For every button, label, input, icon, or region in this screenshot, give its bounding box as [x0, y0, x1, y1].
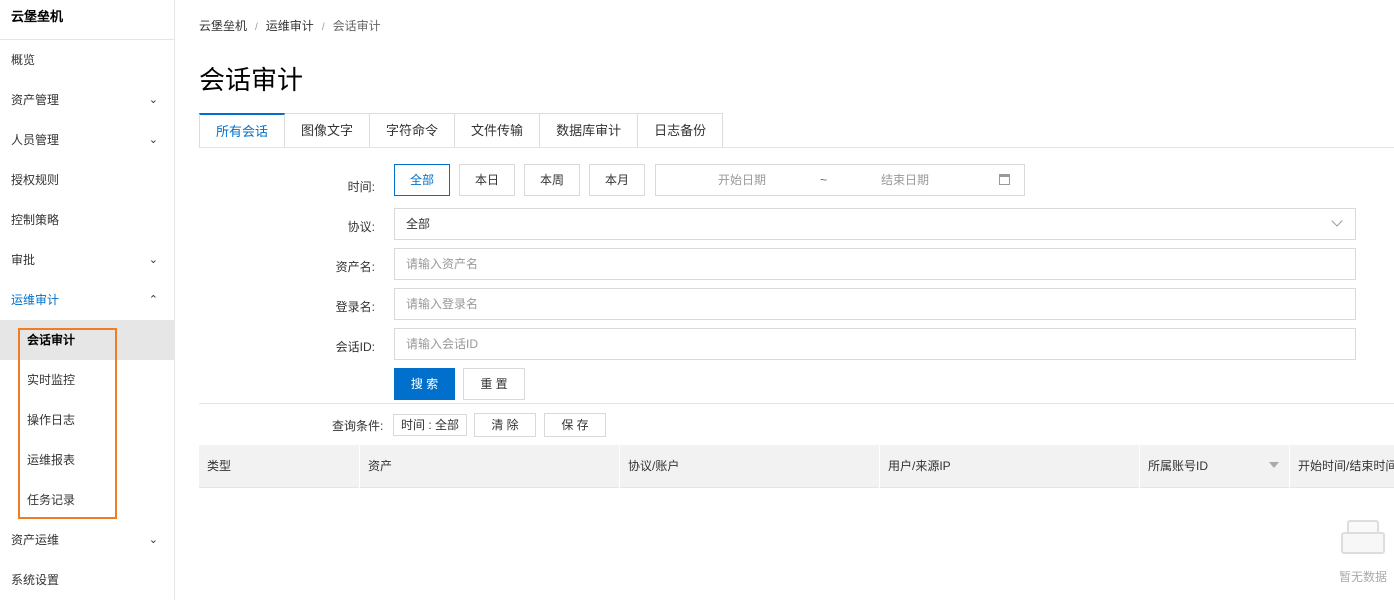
date-range-picker[interactable]: 开始日期 ~ 结束日期: [655, 164, 1025, 196]
clear-button[interactable]: 清 除: [474, 413, 536, 437]
table-header: 类型 资产 协议/账户 用户/来源IP 所属账号ID 开始时间/结束时间: [199, 445, 1394, 488]
sidebar-item-label: 系统设置: [11, 573, 60, 587]
sidebar-item-asset-ops[interactable]: 资产运维 ⌄: [0, 520, 174, 560]
sidebar-subitem-label: 操作日志: [27, 413, 76, 427]
asset-name-input[interactable]: 请输入资产名: [394, 248, 1356, 280]
chevron-down-icon: ⌄: [148, 134, 158, 146]
save-button[interactable]: 保 存: [544, 413, 606, 437]
filter-icon[interactable]: [1269, 462, 1279, 468]
empty-inbox-tray: [1341, 532, 1385, 554]
sidebar-item-asset-management[interactable]: 资产管理 ⌄: [0, 80, 174, 120]
tab-database-audit[interactable]: 数据库审计: [540, 113, 639, 148]
sidebar: 云堡垒机 概览 资产管理 ⌄ 人员管理 ⌄ 授权规则 控制策略 审批 ⌄ 运维审…: [0, 0, 175, 600]
sidebar-subitem-label: 实时监控: [27, 373, 76, 387]
session-id-input[interactable]: 请输入会话ID: [394, 328, 1356, 360]
column-header-account-id: 所属账号ID: [1139, 445, 1289, 488]
chevron-down-icon: [1331, 215, 1343, 227]
column-header-start-end-time: 开始时间/结束时间: [1289, 445, 1394, 488]
start-date-placeholder[interactable]: 开始日期: [718, 165, 766, 195]
time-today-button[interactable]: 本日: [459, 164, 515, 196]
chevron-down-icon: ⌄: [148, 94, 158, 106]
breadcrumb-item[interactable]: 运维审计: [266, 19, 314, 33]
tab-char-commands[interactable]: 字符命令: [370, 113, 456, 148]
breadcrumb-current: 会话审计: [332, 19, 381, 33]
breadcrumb-separator: /: [321, 22, 325, 33]
sidebar-item-label: 人员管理: [11, 133, 60, 147]
sidebar-item-ops-audit[interactable]: 运维审计 ⌃: [0, 280, 174, 320]
sidebar-item-label: 资产管理: [11, 93, 60, 107]
tab-log-backup[interactable]: 日志备份: [638, 113, 724, 148]
protocol-select-value: 全部: [406, 217, 431, 231]
breadcrumb-item[interactable]: 云堡垒机: [199, 19, 247, 33]
brand-title: 云堡垒机: [0, 0, 174, 40]
sidebar-item-label: 控制策略: [11, 213, 60, 227]
chevron-down-icon: ⌄: [148, 534, 158, 546]
sidebar-item-label: 运维审计: [11, 293, 60, 307]
calendar-icon[interactable]: [999, 174, 1010, 185]
chevron-down-icon: ⌄: [148, 254, 158, 266]
sidebar-item-label: 资产运维: [11, 533, 60, 547]
date-range-separator: ~: [820, 173, 828, 187]
sidebar-subitem-label: 会话审计: [27, 333, 76, 347]
sidebar-subitem-task-record[interactable]: 任务记录: [0, 480, 174, 520]
page-title: 会话审计: [199, 65, 304, 95]
chevron-up-icon: ⌃: [148, 294, 158, 306]
end-date-placeholder[interactable]: 结束日期: [881, 165, 929, 195]
column-header-label: 所属账号ID: [1148, 459, 1209, 473]
sidebar-item-label: 概览: [11, 53, 36, 67]
asset-label: 资产名:: [335, 260, 375, 274]
sidebar-subitem-label: 运维报表: [27, 453, 76, 467]
protocol-label: 协议:: [347, 220, 375, 234]
reset-button[interactable]: 重 置: [463, 368, 525, 400]
sidebar-subitem-operation-log[interactable]: 操作日志: [0, 400, 174, 440]
session-id-label: 会话ID:: [335, 340, 375, 354]
asset-name-placeholder: 请输入资产名: [406, 257, 479, 271]
sidebar-subitem-ops-report[interactable]: 运维报表: [0, 440, 174, 480]
tab-file-transfer[interactable]: 文件传输: [455, 113, 541, 148]
breadcrumb-separator: /: [255, 22, 258, 33]
sidebar-item-system-settings[interactable]: 系统设置: [0, 560, 174, 600]
tab-bar: 所有会话 图像文字 字符命令 文件传输 数据库审计 日志备份: [199, 113, 724, 148]
main-content: 云堡垒机 / 运维审计 / 会话审计 会话审计 所有会话 图像文字 字符命令 文件传输 …: [175, 0, 1394, 600]
time-all-button[interactable]: 全部: [394, 164, 450, 196]
condition-tag[interactable]: 时间 : 全部: [393, 414, 468, 436]
sidebar-subitem-realtime-monitor[interactable]: 实时监控: [0, 360, 174, 400]
column-header-protocol-account: 协议/账户: [619, 445, 879, 488]
sidebar-subitem-session-audit[interactable]: 会话审计: [0, 320, 174, 360]
tab-all-sessions[interactable]: 所有会话: [199, 113, 286, 148]
login-label: 登录名:: [335, 300, 375, 314]
sidebar-item-label: 授权规则: [11, 173, 60, 187]
sidebar-item-label: 审批: [11, 253, 36, 267]
session-id-placeholder: 请输入会话ID: [406, 337, 479, 351]
query-conditions-label: 查询条件:: [332, 419, 384, 433]
protocol-select[interactable]: 全部: [394, 208, 1356, 240]
sidebar-item-overview[interactable]: 概览: [0, 40, 174, 80]
empty-state-text: 暂无数据: [1338, 570, 1387, 584]
section-divider: [199, 403, 1394, 404]
sidebar-item-control-policy[interactable]: 控制策略: [0, 200, 174, 240]
empty-state: 暂无数据: [1333, 518, 1393, 585]
time-week-button[interactable]: 本周: [524, 164, 580, 196]
empty-inbox-icon: [1337, 518, 1389, 558]
column-header-type: 类型: [207, 459, 232, 473]
search-button[interactable]: 搜 索: [394, 368, 455, 400]
time-month-button[interactable]: 本月: [589, 164, 645, 196]
column-header-asset: 资产: [359, 445, 619, 488]
login-name-input[interactable]: 请输入登录名: [394, 288, 1356, 320]
tab-image-text[interactable]: 图像文字: [285, 113, 371, 148]
sidebar-item-user-management[interactable]: 人员管理 ⌄: [0, 120, 174, 160]
time-label: 时间:: [347, 180, 375, 194]
login-name-placeholder: 请输入登录名: [406, 297, 479, 311]
breadcrumb: 云堡垒机 / 运维审计 / 会话审计: [199, 17, 381, 34]
sidebar-subitem-label: 任务记录: [27, 493, 76, 507]
column-header-user-source-ip: 用户/来源IP: [879, 445, 1139, 488]
tabs-divider: [199, 147, 1394, 148]
sidebar-item-authorization-rules[interactable]: 授权规则: [0, 160, 174, 200]
sidebar-item-approval[interactable]: 审批 ⌄: [0, 240, 174, 280]
